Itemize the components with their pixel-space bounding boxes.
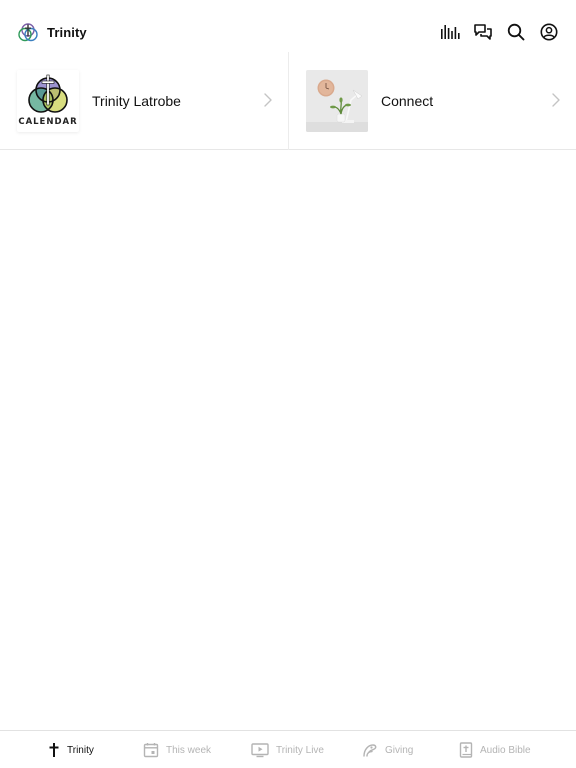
- chevron-right-icon: [552, 93, 560, 107]
- trinity-logo-icon: [18, 23, 38, 42]
- app-title: Trinity: [47, 24, 87, 40]
- card-title: Connect: [381, 93, 434, 109]
- tab-label: Giving: [385, 744, 414, 756]
- card-title: Trinity Latrobe: [92, 93, 181, 109]
- audio-button[interactable]: [439, 21, 461, 43]
- tab-label: This week: [166, 744, 212, 756]
- brand[interactable]: Trinity: [18, 22, 87, 42]
- header-actions: [439, 21, 560, 43]
- search-button[interactable]: [505, 21, 527, 43]
- bottom-tab-bar: Trinity This week Trinity Live Giving Au…: [0, 730, 576, 768]
- cross-icon: [49, 743, 59, 757]
- calendar-thumb-text: CALENDAR: [18, 117, 78, 127]
- chevron-right-icon: [264, 93, 272, 107]
- content-cards: CALENDAR Trinity Latrobe Connect: [0, 52, 576, 150]
- tab-trinity[interactable]: Trinity: [48, 731, 94, 768]
- messages-button[interactable]: [472, 21, 494, 43]
- calendar-icon: [143, 743, 159, 758]
- account-button[interactable]: [538, 21, 560, 43]
- audio-bars-icon: [441, 25, 460, 39]
- tab-trinity-live[interactable]: Trinity Live: [251, 731, 324, 768]
- giving-icon: [363, 744, 377, 757]
- card-connect[interactable]: Connect: [288, 52, 576, 150]
- account-icon: [540, 23, 558, 41]
- tab-giving[interactable]: Giving: [362, 731, 413, 768]
- room-photo-image: [306, 70, 368, 132]
- tab-label: Audio Bible: [480, 744, 531, 756]
- tab-label: Trinity Live: [276, 744, 324, 756]
- tab-this-week[interactable]: This week: [143, 731, 211, 768]
- search-icon: [507, 23, 525, 41]
- connect-thumbnail: [306, 70, 368, 132]
- chat-bubbles-icon: [474, 24, 492, 40]
- bible-icon: [459, 742, 473, 758]
- card-trinity-latrobe[interactable]: CALENDAR Trinity Latrobe: [0, 52, 288, 150]
- tv-play-icon: [251, 743, 269, 758]
- tab-label: Trinity: [67, 744, 94, 756]
- tab-audio-bible[interactable]: Audio Bible: [459, 731, 531, 768]
- calendar-thumbnail: CALENDAR: [17, 70, 79, 132]
